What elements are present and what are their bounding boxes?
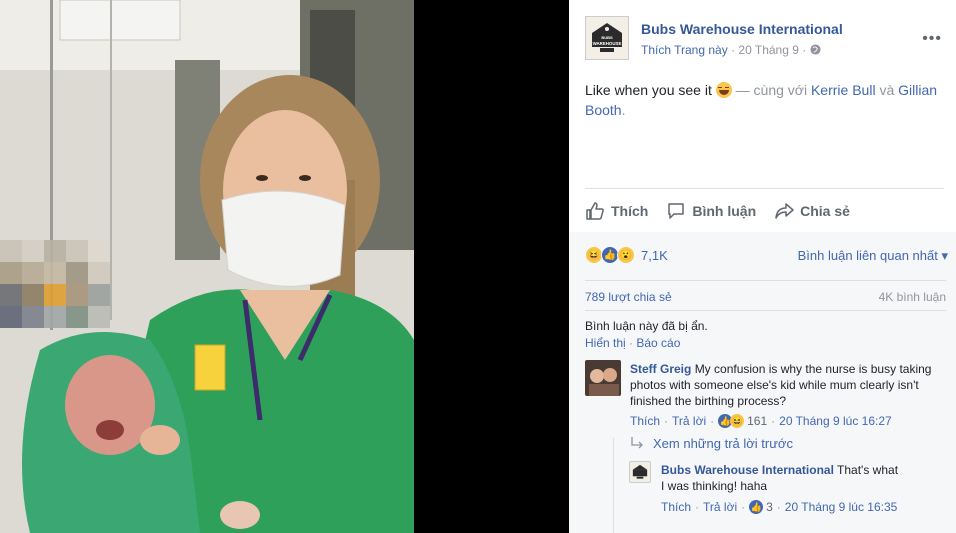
sep: · <box>664 414 669 428</box>
hidden-comment-note: Bình luận này đã bị ẩn. <box>585 319 708 333</box>
sep: · <box>710 414 715 428</box>
comment-time[interactable]: 20 Tháng 9 lúc 16:27 <box>779 414 892 428</box>
share-label: Chia sẻ <box>800 203 850 219</box>
divider <box>585 188 944 189</box>
post-body: Like when you see it <box>585 82 712 98</box>
comment-reaction-count[interactable]: 161 <box>747 414 767 428</box>
logo-top: BUBS <box>601 35 613 40</box>
post-actions: Thích Bình luận Chia sẻ <box>585 198 945 224</box>
laughing-emoji-icon <box>715 82 732 98</box>
like-label: Thích <box>611 203 649 219</box>
haha-reaction-icon: 😆 <box>730 414 745 428</box>
reply-time[interactable]: 20 Tháng 9 lúc 16:35 <box>785 498 898 516</box>
comment-sort-dropdown[interactable]: Bình luận liên quan nhất ▾ <box>798 248 948 264</box>
avatar[interactable] <box>585 360 621 396</box>
period-text: . <box>621 102 626 118</box>
reply-thread-line <box>613 438 614 533</box>
hidden-comment-actions: Hiển thị · Báo cáo <box>585 336 680 350</box>
photo-viewer[interactable] <box>0 0 569 533</box>
reply-body: Bubs Warehouse International That's what… <box>661 462 901 494</box>
share-button[interactable]: Chia sẻ <box>774 201 850 221</box>
bubs-logo-icon: BUBS WAREHOUSE <box>586 17 628 59</box>
like-reaction-icon: 👍 <box>749 500 764 514</box>
view-replies-label: Xem những trả lời trước <box>653 436 793 451</box>
tagged-user-1[interactable]: Kerrie Bull <box>811 82 876 98</box>
reply-author-name[interactable]: Bubs Warehouse International <box>661 463 834 477</box>
more-options-button[interactable]: ••• <box>922 30 942 48</box>
reply-like-button[interactable]: Thích <box>661 498 691 516</box>
show-hidden-link[interactable]: Hiển thị <box>585 336 626 350</box>
logo-main: WAREHOUSE <box>593 41 622 46</box>
sep: · <box>695 500 700 514</box>
comment-like-button[interactable]: Thích <box>630 414 660 428</box>
photo-illustration <box>0 0 414 533</box>
reply-reply-button[interactable]: Trả lời <box>703 498 737 516</box>
comment-actions: Thích · Trả lời · 👍 😆 161 · 20 Tháng 9 l… <box>630 414 892 428</box>
comment-icon <box>668 203 685 219</box>
reply-actions: Thích · Trả lời · 👍 3 · 20 Tháng 9 lúc 1… <box>661 498 901 516</box>
like-page-link[interactable]: Thích Trang này <box>641 43 728 57</box>
bubs-logo-icon <box>632 464 648 479</box>
sep: · <box>741 500 746 514</box>
page-avatar[interactable]: BUBS WAREHOUSE <box>585 16 629 60</box>
meta-dot-2: · <box>802 43 807 57</box>
reactions-summary[interactable]: 😆 👍 😮 7,1K <box>585 246 668 264</box>
post-date[interactable]: 20 Tháng 9 <box>738 43 799 57</box>
comment-body: Steff Greig My confusion is why the nurs… <box>630 361 946 409</box>
thumbs-up-icon <box>586 202 604 220</box>
comment-reply-button[interactable]: Trả lời <box>672 414 706 428</box>
reply-arrow-icon <box>631 436 643 448</box>
share-count[interactable]: 789 lượt chia sẻ <box>585 290 672 304</box>
like-button[interactable]: Thích <box>585 201 648 221</box>
globe-icon[interactable] <box>810 44 821 55</box>
stats-divider-2 <box>585 310 946 311</box>
reply-reaction-count[interactable]: 3 <box>766 498 773 516</box>
post-photo[interactable] <box>0 0 414 533</box>
report-link[interactable]: Báo cáo <box>636 336 680 350</box>
hidden-dot: · <box>629 336 634 350</box>
page-name[interactable]: Bubs Warehouse International <box>641 21 843 37</box>
stats-divider <box>585 280 946 281</box>
share-icon <box>775 203 794 219</box>
sep: · <box>771 414 776 428</box>
reply-avatar[interactable] <box>629 461 651 483</box>
view-previous-replies[interactable]: Xem những trả lời trước <box>629 436 793 451</box>
with-text: — cùng với <box>735 82 811 98</box>
post-meta: Thích Trang này · 20 Tháng 9 · <box>641 43 821 57</box>
post-panel: BUBS WAREHOUSE Bubs Warehouse Internatio… <box>569 0 956 533</box>
user-photo-icon <box>585 360 621 396</box>
sep: · <box>776 500 781 514</box>
comment-count[interactable]: 4K bình luận <box>879 290 946 304</box>
comment-label: Bình luận <box>692 203 757 219</box>
commenter-name[interactable]: Steff Greig <box>630 362 691 376</box>
and-text: và <box>875 82 899 98</box>
meta-dot: · <box>731 43 736 57</box>
reaction-count[interactable]: 7,1K <box>641 248 668 263</box>
post-text: Like when you see it — cùng với Kerrie B… <box>585 80 945 120</box>
wow-reaction-icon: 😮 <box>617 246 635 264</box>
comment-button[interactable]: Bình luận <box>666 201 756 221</box>
